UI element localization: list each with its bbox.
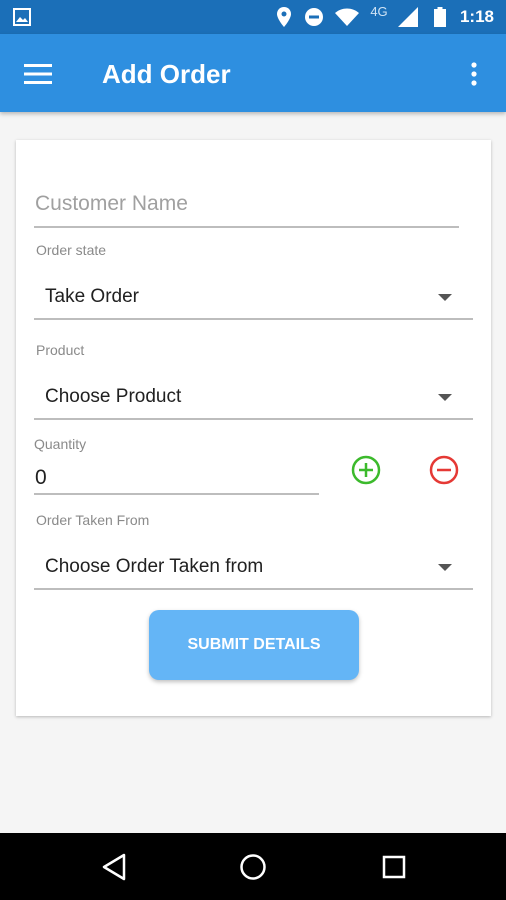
- order-taken-from-select[interactable]: Choose Order Taken from: [45, 556, 263, 578]
- battery-icon: [432, 0, 448, 34]
- order-state-underline: [34, 318, 473, 320]
- signal-icon: [396, 0, 420, 34]
- status-bar: 4G 1:18: [0, 0, 506, 34]
- order-state-label: Order state: [36, 242, 107, 258]
- network-type: 4G: [370, 3, 388, 19]
- minus-circle-icon: [429, 455, 459, 485]
- customer-name-input[interactable]: Customer Name: [35, 192, 188, 216]
- product-underline: [34, 418, 473, 420]
- add-quantity-button[interactable]: [350, 454, 382, 486]
- quantity-label: Quantity: [34, 436, 87, 452]
- home-icon[interactable]: [233, 847, 273, 887]
- navigation-bar: [0, 833, 506, 900]
- image-icon: [10, 0, 34, 34]
- app-bar: Add Order: [0, 34, 506, 112]
- order-form-card: Customer Name Order state Take Order Pro…: [16, 140, 491, 716]
- dnd-icon: [303, 0, 325, 34]
- product-select[interactable]: Choose Product: [45, 386, 181, 408]
- product-label: Product: [36, 342, 85, 358]
- wifi-icon: [334, 0, 360, 34]
- status-time: 1:18: [459, 7, 494, 26]
- recents-icon[interactable]: [374, 847, 414, 887]
- submit-details-button[interactable]: SUBMIT DETAILS: [149, 610, 359, 680]
- order-taken-from-label: Order Taken From: [36, 512, 150, 528]
- quantity-underline: [34, 493, 319, 495]
- menu-icon[interactable]: [20, 56, 56, 92]
- back-icon[interactable]: [94, 847, 134, 887]
- order-taken-from-underline: [34, 588, 473, 590]
- order-state-select[interactable]: Take Order: [45, 286, 139, 308]
- page-title: Add Order: [102, 59, 231, 89]
- more-vert-icon[interactable]: [456, 56, 492, 92]
- location-icon: [274, 0, 294, 34]
- product-dropdown-icon[interactable]: [438, 394, 452, 401]
- remove-quantity-button[interactable]: [428, 454, 460, 486]
- plus-circle-icon: [351, 455, 381, 485]
- order-state-dropdown-icon[interactable]: [438, 294, 452, 301]
- order-taken-from-dropdown-icon[interactable]: [438, 564, 452, 571]
- customer-name-underline: [34, 226, 459, 228]
- quantity-input[interactable]: 0: [35, 466, 47, 490]
